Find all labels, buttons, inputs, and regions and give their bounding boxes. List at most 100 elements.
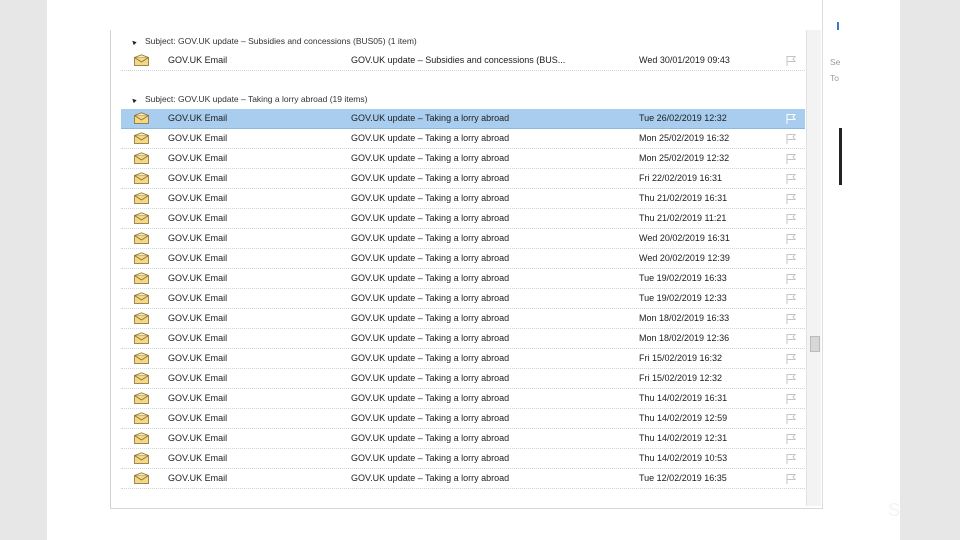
message-row[interactable]: GOV.UK Email GOV.UK update – Taking a lor… xyxy=(121,229,805,249)
message-row[interactable]: GOV.UK Email GOV.UK update – Taking a lor… xyxy=(121,449,805,469)
flag-icon[interactable] xyxy=(785,193,797,205)
message-row[interactable]: GOV.UK Email GOV.UK update – Taking a lor… xyxy=(121,469,805,489)
message-sender: GOV.UK Email xyxy=(168,393,228,403)
message-row[interactable]: GOV.UK Email GOV.UK update – Taking a lor… xyxy=(121,269,805,289)
message-subject: GOV.UK update – Taking a lorry abroad xyxy=(351,113,510,123)
flag-icon[interactable] xyxy=(785,273,797,285)
flag-icon[interactable] xyxy=(785,333,797,345)
message-received-date: Wed 30/01/2019 09:43 xyxy=(639,55,730,65)
group-header[interactable]: ▲ Subject: GOV.UK update – Taking a lorry… xyxy=(129,92,367,106)
message-row[interactable]: GOV.UK Email GOV.UK update – Taking a lor… xyxy=(121,429,805,449)
message-subject: GOV.UK update – Taking a lorry abroad xyxy=(351,373,510,383)
message-sender: GOV.UK Email xyxy=(168,453,228,463)
envelope-icon xyxy=(134,432,149,444)
message-received-date: Thu 21/02/2019 16:31 xyxy=(639,193,728,203)
vertical-scrollbar[interactable] xyxy=(806,30,821,506)
message-row[interactable]: GOV.UK Email GOV.UK update – Taking a lor… xyxy=(121,189,805,209)
flag-icon[interactable] xyxy=(785,313,797,325)
message-row[interactable]: GOV.UK Email GOV.UK update – Taking a lor… xyxy=(121,149,805,169)
collapse-triangle-icon[interactable]: ▲ xyxy=(127,36,142,51)
flag-icon[interactable] xyxy=(785,293,797,305)
message-received-date: Fri 22/02/2019 16:31 xyxy=(639,173,723,183)
envelope-icon xyxy=(134,312,149,324)
flag-icon[interactable] xyxy=(785,253,797,265)
message-sender: GOV.UK Email xyxy=(168,153,228,163)
message-row[interactable]: GOV.UK Email GOV.UK update – Taking a lor… xyxy=(121,369,805,389)
message-row[interactable]: GOV.UK Email GOV.UK update – Taking a lor… xyxy=(121,109,805,129)
envelope-icon xyxy=(134,232,149,244)
envelope-icon xyxy=(134,112,149,124)
message-row[interactable]: GOV.UK Email GOV.UK update – Taking a lor… xyxy=(121,409,805,429)
message-row[interactable]: GOV.UK Email GOV.UK update – Taking a lor… xyxy=(121,309,805,329)
envelope-icon xyxy=(134,172,149,184)
reading-pane: Se To xyxy=(822,0,843,508)
message-sender: GOV.UK Email xyxy=(168,473,228,483)
message-received-date: Wed 20/02/2019 16:31 xyxy=(639,233,730,243)
message-subject: GOV.UK update – Taking a lorry abroad xyxy=(351,313,510,323)
message-row[interactable]: GOV.UK Email GOV.UK update – Taking a lor… xyxy=(121,329,805,349)
message-subject: GOV.UK update – Taking a lorry abroad xyxy=(351,153,510,163)
message-received-date: Thu 14/02/2019 12:59 xyxy=(639,413,728,423)
envelope-icon xyxy=(134,392,149,404)
message-subject: GOV.UK update – Subsidies and concession… xyxy=(351,55,566,65)
message-received-date: Fri 15/02/2019 16:32 xyxy=(639,353,723,363)
message-row[interactable]: GOV.UK Email GOV.UK update – Taking a lor… xyxy=(121,209,805,229)
flag-icon[interactable] xyxy=(785,413,797,425)
envelope-icon xyxy=(134,272,149,284)
message-subject: GOV.UK update – Taking a lorry abroad xyxy=(351,413,510,423)
flag-icon[interactable] xyxy=(785,133,797,145)
message-subject: GOV.UK update – Taking a lorry abroad xyxy=(351,133,510,143)
flag-icon[interactable] xyxy=(785,453,797,465)
message-subject: GOV.UK update – Taking a lorry abroad xyxy=(351,453,510,463)
message-row[interactable]: GOV.UK Email GOV.UK update – Taking a lor… xyxy=(121,349,805,369)
message-sender: GOV.UK Email xyxy=(168,313,228,323)
flag-icon[interactable] xyxy=(785,173,797,185)
collapse-triangle-icon[interactable]: ▲ xyxy=(127,94,142,109)
message-sender: GOV.UK Email xyxy=(168,55,228,65)
message-sender: GOV.UK Email xyxy=(168,253,228,263)
group-header[interactable]: ▲ Subject: GOV.UK update – Subsidies and … xyxy=(129,34,417,48)
message-received-date: Tue 19/02/2019 12:33 xyxy=(639,293,727,303)
flag-icon[interactable] xyxy=(785,473,797,485)
message-subject: GOV.UK update – Taking a lorry abroad xyxy=(351,333,510,343)
envelope-icon xyxy=(134,452,149,464)
reading-pane-to-label: To xyxy=(830,73,839,83)
envelope-icon xyxy=(134,54,149,66)
message-subject: GOV.UK update – Taking a lorry abroad xyxy=(351,193,510,203)
message-sender: GOV.UK Email xyxy=(168,213,228,223)
message-subject: GOV.UK update – Taking a lorry abroad xyxy=(351,213,510,223)
flag-icon[interactable] xyxy=(785,153,797,165)
envelope-icon xyxy=(134,132,149,144)
message-row[interactable]: GOV.UK Email GOV.UK update – Taking a lor… xyxy=(121,249,805,269)
reading-pane-accent xyxy=(837,22,839,30)
envelope-icon xyxy=(134,252,149,264)
flag-icon[interactable] xyxy=(785,233,797,245)
message-row[interactable]: GOV.UK Email GOV.UK update – Taking a lor… xyxy=(121,169,805,189)
flag-icon[interactable] xyxy=(785,433,797,445)
message-subject: GOV.UK update – Taking a lorry abroad xyxy=(351,393,510,403)
message-subject: GOV.UK update – Taking a lorry abroad xyxy=(351,273,510,283)
message-received-date: Mon 18/02/2019 12:36 xyxy=(639,333,730,343)
message-row[interactable]: GOV.UK Email GOV.UK update – Taking a lor… xyxy=(121,289,805,309)
message-sender: GOV.UK Email xyxy=(168,333,228,343)
message-subject: GOV.UK update – Taking a lorry abroad xyxy=(351,173,510,183)
flag-icon[interactable] xyxy=(785,353,797,365)
flag-icon[interactable] xyxy=(785,393,797,405)
message-subject: GOV.UK update – Taking a lorry abroad xyxy=(351,253,510,263)
message-row[interactable]: GOV.UK Email GOV.UK update – Subsidies an… xyxy=(121,51,805,71)
message-row[interactable]: GOV.UK Email GOV.UK update – Taking a lor… xyxy=(121,129,805,149)
flag-icon[interactable] xyxy=(785,373,797,385)
message-received-date: Tue 12/02/2019 16:35 xyxy=(639,473,727,483)
flag-icon[interactable] xyxy=(785,213,797,225)
message-sender: GOV.UK Email xyxy=(168,433,228,443)
message-list-scroll-area: ▲ Subject: GOV.UK update – Subsidies and … xyxy=(111,30,823,508)
envelope-icon xyxy=(134,192,149,204)
message-sender: GOV.UK Email xyxy=(168,193,228,203)
message-row[interactable]: GOV.UK Email GOV.UK update – Taking a lor… xyxy=(121,389,805,409)
message-sender: GOV.UK Email xyxy=(168,173,228,183)
scrollbar-thumb[interactable] xyxy=(810,336,820,352)
flag-icon[interactable] xyxy=(785,55,797,67)
flag-icon[interactable] xyxy=(785,113,797,125)
message-subject: GOV.UK update – Taking a lorry abroad xyxy=(351,473,510,483)
message-sender: GOV.UK Email xyxy=(168,233,228,243)
